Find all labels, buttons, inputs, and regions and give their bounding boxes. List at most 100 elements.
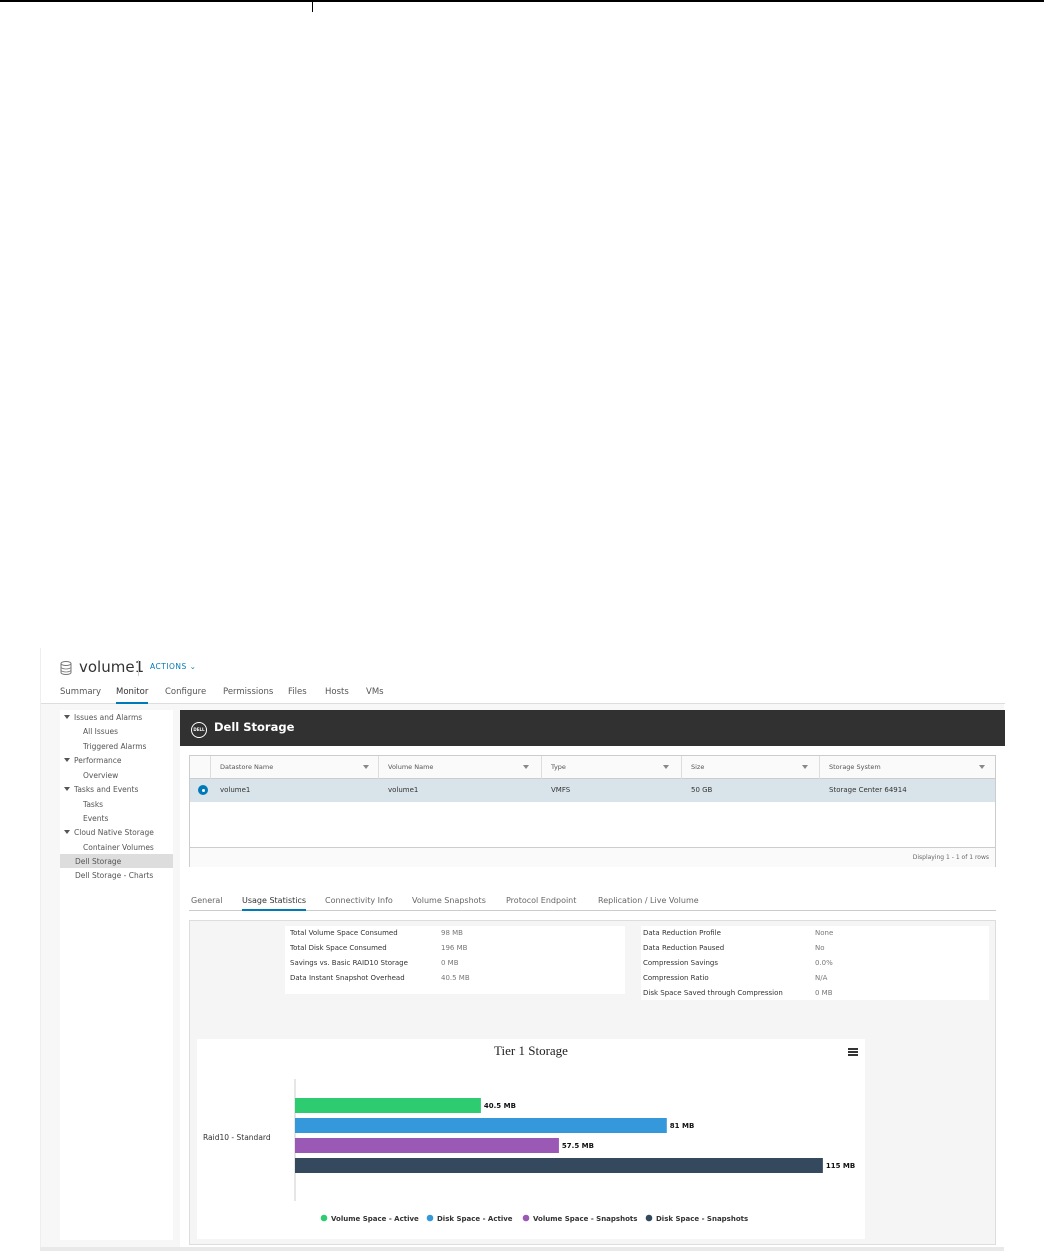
subtab-connectivity-info[interactable]: Connectivity Info — [325, 896, 393, 911]
column-header-label: Size — [691, 763, 705, 771]
cell-datastore-name: volume1 — [220, 786, 251, 794]
stat-value: 0.0% — [815, 959, 833, 967]
subtab-replication-live-volume[interactable]: Replication / Live Volume — [598, 896, 699, 911]
sidebar-item-events[interactable]: Events — [83, 814, 108, 823]
grid-header: Datastore Name Volume Name Type Size Sto… — [190, 756, 995, 779]
column-header-label: Volume Name — [388, 763, 434, 771]
grid-row-count: Displaying 1 - 1 of 1 rows — [912, 854, 989, 861]
tab-files[interactable]: Files — [288, 687, 307, 704]
filter-icon[interactable] — [523, 765, 529, 769]
sidebar-group-performance[interactable]: Performance — [64, 756, 122, 765]
legend-item: Volume Space - Snapshots — [533, 1215, 637, 1223]
legend-marker — [645, 1214, 653, 1222]
cell-storage-system: Storage Center 64914 — [829, 786, 907, 794]
stat-value: 0 MB — [441, 959, 459, 967]
dell-storage-banner: DELL Dell Storage — [180, 710, 1005, 746]
tier1-storage-chart: Tier 1 Storage Raid10 - Standard 40.5 MB 81… — [197, 1039, 865, 1239]
actions-menu-button[interactable]: ACTIONS ⌄ — [150, 662, 196, 671]
filter-icon[interactable] — [802, 765, 808, 769]
sidebar-group-tasks-and-events[interactable]: Tasks and Events — [64, 785, 138, 794]
banner-title: Dell Storage — [214, 720, 295, 734]
sidebar-item-dell-storage[interactable]: Dell Storage — [75, 857, 121, 866]
stat-value: 0 MB — [815, 989, 833, 997]
tab-configure[interactable]: Configure — [165, 687, 206, 704]
sidebar-item-triggered-alarms[interactable]: Triggered Alarms — [83, 742, 146, 751]
data-label: 115 MB — [826, 1162, 855, 1170]
stat-value: 196 MB — [441, 944, 468, 952]
object-title: volume1 — [79, 658, 145, 676]
reduction-stats-box: Data Reduction Profile None Data Reducti… — [641, 926, 989, 1000]
usage-statistics-panel: Total Volume Space Consumed 98 MB Total … — [189, 920, 996, 1245]
column-header-label: Datastore Name — [220, 763, 274, 771]
tab-summary[interactable]: Summary — [60, 687, 101, 704]
caret-down-icon — [64, 830, 70, 834]
object-header: volume1 ACTIONS ⌄ Summary Monitor Config… — [41, 648, 1005, 704]
sidebar-item-overview[interactable]: Overview — [83, 771, 118, 780]
data-label: 40.5 MB — [484, 1102, 516, 1110]
stat-label: Savings vs. Basic RAID10 Storage — [290, 959, 408, 967]
stat-label: Compression Savings — [643, 959, 718, 967]
tab-hosts[interactable]: Hosts — [325, 687, 349, 704]
grid-footer: Displaying 1 - 1 of 1 rows — [190, 847, 995, 867]
row-select-radio[interactable] — [198, 785, 208, 795]
filter-icon[interactable] — [663, 765, 669, 769]
top-border-line — [0, 0, 1044, 2]
stat-value: 40.5 MB — [441, 974, 470, 982]
subtab-general[interactable]: General — [191, 896, 223, 911]
bar-1 — [295, 1098, 481, 1113]
datastore-grid: Datastore Name Volume Name Type Size Sto… — [189, 755, 996, 867]
stat-label: Disk Space Saved through Compression — [643, 989, 783, 997]
column-header-datastore-name[interactable]: Datastore Name — [210, 756, 378, 779]
cell-size: 50 GB — [691, 786, 713, 794]
stat-label: Compression Ratio — [643, 974, 709, 982]
table-row[interactable]: volume1 volume1 VMFS 50 GB Storage Cente… — [190, 779, 995, 802]
category-label: Raid10 - Standard — [203, 1133, 271, 1142]
stat-label: Total Disk Space Consumed — [290, 944, 387, 952]
caret-down-icon — [64, 758, 70, 762]
dell-subtabs: General Usage Statistics Connectivity In… — [189, 893, 996, 911]
sidebar-item-label: Issues and Alarms — [74, 713, 143, 722]
stat-label: Data Instant Snapshot Overhead — [290, 974, 405, 982]
chart-title: Tier 1 Storage — [494, 1043, 568, 1058]
hamburger-menu-icon[interactable] — [848, 1048, 858, 1056]
column-header-type[interactable]: Type — [541, 756, 681, 779]
main-content: DELL Dell Storage Datastore Name Volume … — [180, 710, 1005, 1251]
sidebar-group-cloud-native-storage[interactable]: Cloud Native Storage — [64, 828, 154, 837]
sidebar-item-dell-storage-charts[interactable]: Dell Storage - Charts — [75, 871, 153, 880]
stat-value: 98 MB — [441, 929, 463, 937]
caret-down-icon — [64, 715, 70, 719]
sidebar-item-all-issues[interactable]: All Issues — [83, 727, 118, 736]
subtab-volume-snapshots[interactable]: Volume Snapshots — [412, 896, 486, 911]
datastore-icon — [60, 661, 72, 675]
legend-marker — [426, 1214, 434, 1222]
cell-volume-name: volume1 — [388, 786, 419, 794]
legend-item: Volume Space - Active — [331, 1215, 419, 1223]
column-header-label: Storage System — [829, 763, 881, 771]
bar-3 — [295, 1138, 559, 1153]
subtab-usage-statistics[interactable]: Usage Statistics — [242, 896, 307, 911]
sidebar-item-label: Performance — [74, 756, 122, 765]
bar-2 — [295, 1118, 667, 1133]
filter-icon[interactable] — [979, 765, 985, 769]
caret-down-icon — [64, 787, 70, 791]
data-label: 57.5 MB — [562, 1142, 594, 1150]
column-header-storage-system[interactable]: Storage System — [819, 756, 995, 779]
subtab-protocol-endpoint[interactable]: Protocol Endpoint — [506, 896, 576, 911]
cell-type: VMFS — [551, 786, 571, 794]
data-label: 81 MB — [670, 1122, 694, 1130]
column-header-volume-name[interactable]: Volume Name — [378, 756, 541, 779]
header-separator — [138, 660, 139, 676]
column-header-size[interactable]: Size — [681, 756, 819, 779]
tab-vms[interactable]: VMs — [366, 687, 384, 704]
bar-4 — [295, 1158, 823, 1173]
sidebar-item-tasks[interactable]: Tasks — [83, 800, 103, 809]
stat-label: Total Volume Space Consumed — [290, 929, 398, 937]
stat-value: No — [815, 944, 825, 952]
legend-marker — [522, 1214, 530, 1222]
monitor-sidebar: Issues and Alarms All Issues Triggered A… — [60, 710, 173, 1240]
sidebar-item-container-volumes[interactable]: Container Volumes — [83, 843, 154, 852]
filter-icon[interactable] — [363, 765, 369, 769]
tab-monitor[interactable]: Monitor — [116, 687, 149, 704]
tab-permissions[interactable]: Permissions — [223, 687, 273, 704]
sidebar-group-issues-and-alarms[interactable]: Issues and Alarms — [64, 713, 142, 722]
